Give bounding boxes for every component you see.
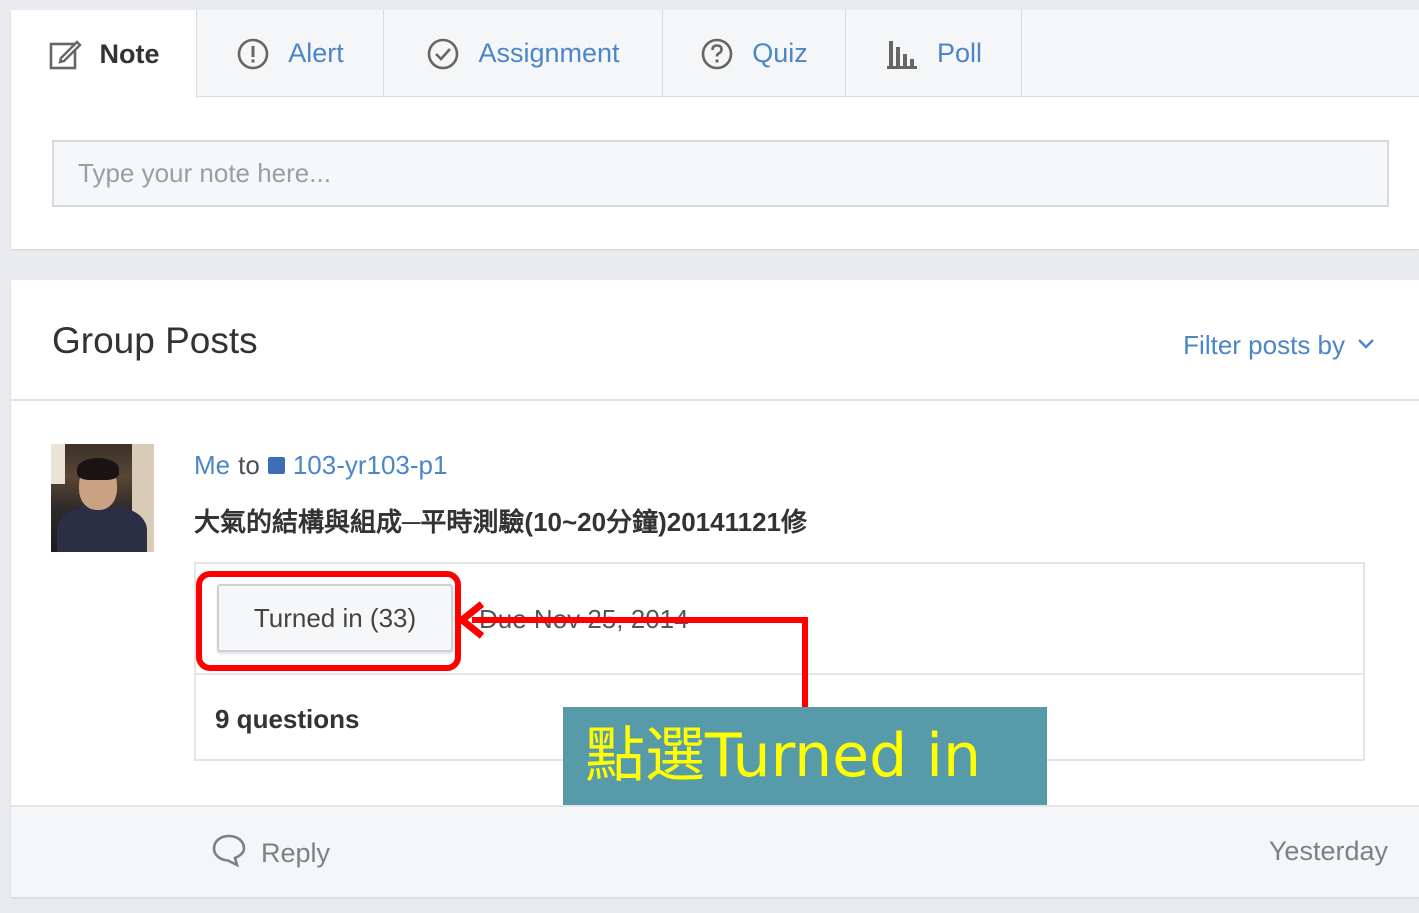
post-to-text: to: [238, 450, 260, 480]
post-timestamp: Yesterday: [1268, 836, 1388, 866]
tab-assignment[interactable]: Assignment: [384, 10, 663, 97]
tab-quiz[interactable]: Quiz: [663, 10, 846, 97]
tab-alert[interactable]: Alert: [197, 10, 384, 97]
reply-button[interactable]: Reply: [211, 832, 330, 875]
composer-tabs: Note Alert Assignment Quiz Poll: [11, 10, 1419, 98]
group-color-icon: [267, 457, 285, 474]
post-meta: Me to 103-yr103-p1: [194, 450, 447, 481]
tab-alert-label: Alert: [288, 38, 344, 68]
page-title: Group Posts: [52, 320, 258, 361]
filter-posts-dropdown[interactable]: Filter posts by: [1183, 330, 1377, 361]
chevron-down-icon: [1355, 330, 1377, 361]
edit-icon: [48, 37, 82, 71]
check-circle-icon: [426, 37, 460, 71]
filter-posts-label: Filter posts by: [1183, 330, 1345, 360]
post-group-link[interactable]: 103-yr103-p1: [293, 450, 448, 481]
tab-poll-label: Poll: [936, 38, 983, 68]
post-title: 大氣的結構與組成─平時測驗(10~20分鐘)20141121修: [194, 507, 808, 537]
tab-assignment-label: Assignment: [478, 38, 620, 68]
highlight-box: [196, 571, 461, 671]
reply-label: Reply: [261, 838, 331, 868]
question-count: 9 questions: [215, 704, 360, 734]
bar-chart-icon: [885, 37, 919, 71]
tab-note-label: Note: [99, 38, 160, 69]
tab-poll[interactable]: Poll: [846, 10, 1022, 97]
posts-header: Group Posts Filter posts by: [11, 280, 1419, 401]
post-author-link[interactable]: Me: [194, 450, 230, 481]
due-date: Due Nov 25, 2014: [479, 604, 689, 634]
avatar[interactable]: [51, 444, 154, 552]
question-circle-icon: [700, 37, 734, 71]
tab-note[interactable]: Note: [11, 10, 197, 98]
tab-quiz-label: Quiz: [752, 38, 808, 68]
post-footer: Reply Yesterday: [11, 805, 1419, 897]
post-composer: Note Alert Assignment Quiz Poll: [11, 10, 1419, 249]
speech-bubble-icon: [211, 832, 247, 875]
note-input[interactable]: [52, 140, 1389, 207]
annotation-callout: 點選Turned in: [563, 707, 1047, 805]
exclamation-circle-icon: [236, 37, 270, 71]
